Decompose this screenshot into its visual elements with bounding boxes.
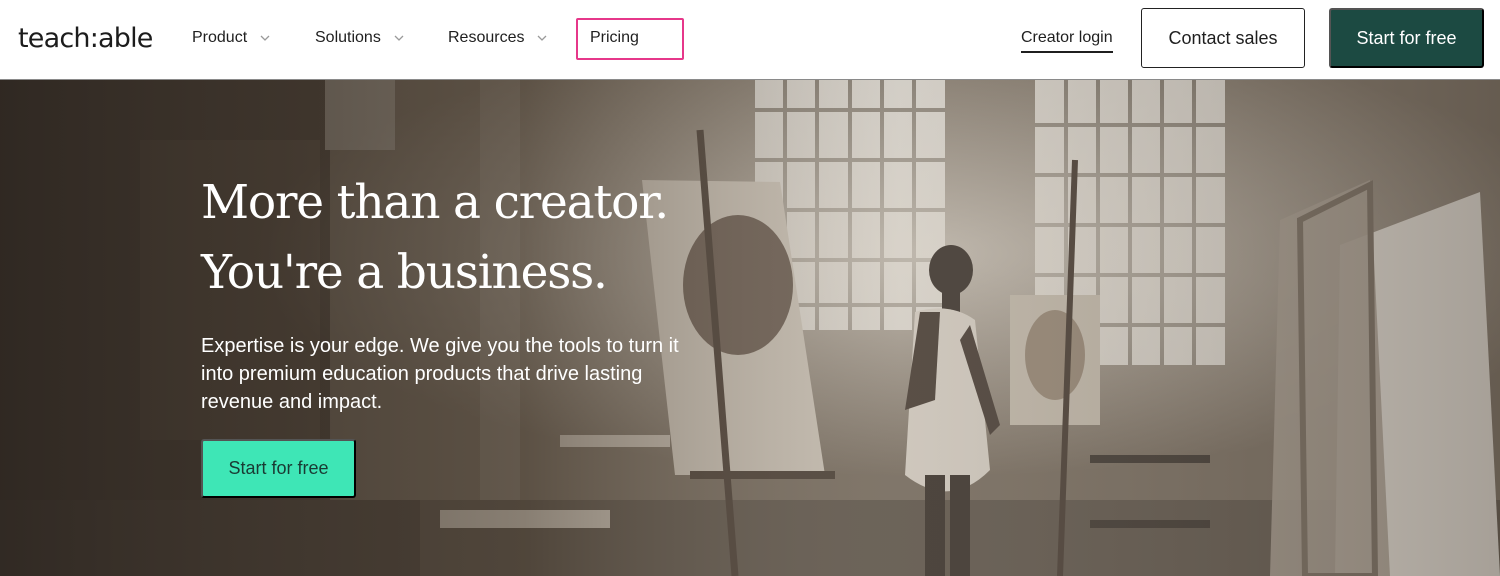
site-header: teach:able Product Solutions Resources P…: [0, 0, 1500, 80]
nav-product[interactable]: Product: [192, 27, 271, 49]
teachable-logo[interactable]: teach:able: [18, 22, 153, 56]
chevron-down-icon: [259, 32, 271, 44]
hero-headline: More than a creator. You're a business.: [201, 168, 801, 308]
nav-resources-label: Resources: [448, 29, 525, 46]
chevron-down-icon: [536, 32, 548, 44]
hero-headline-line1: More than a creator.: [201, 175, 669, 230]
contact-sales-button[interactable]: Contact sales: [1141, 8, 1305, 68]
nav-solutions-label: Solutions: [315, 29, 381, 46]
hero-subtitle: Expertise is your edge. We give you the …: [201, 335, 679, 413]
nav-product-label: Product: [192, 29, 248, 46]
hero-background-image: [0, 80, 1500, 576]
hero-section: More than a creator. You're a business. …: [0, 80, 1500, 576]
creator-login-link[interactable]: Creator login: [1021, 27, 1113, 53]
hero-start-for-free-button[interactable]: Start for free: [201, 439, 356, 498]
hero-headline-line2: You're a business.: [201, 245, 608, 300]
nav-resources[interactable]: Resources: [448, 27, 548, 49]
chevron-down-icon: [393, 32, 405, 44]
nav-solutions[interactable]: Solutions: [315, 27, 405, 49]
start-for-free-button[interactable]: Start for free: [1329, 8, 1484, 68]
pricing-highlight-annotation: [576, 18, 684, 60]
